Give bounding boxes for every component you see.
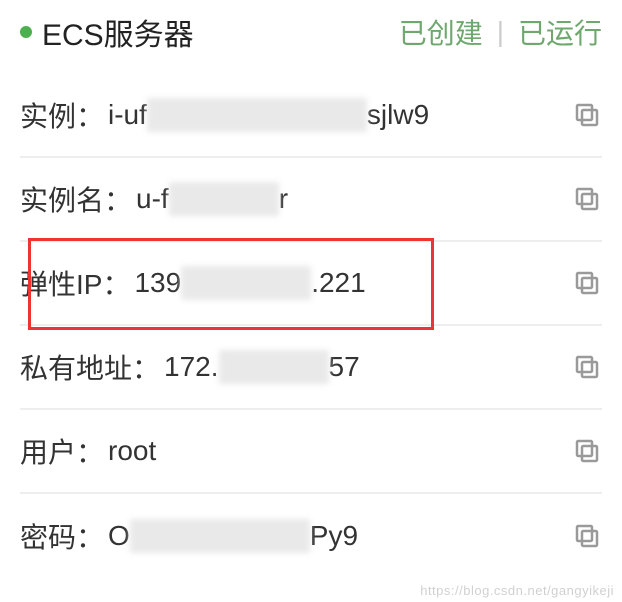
panel-title: ECS服务器 bbox=[42, 10, 194, 54]
copy-icon[interactable] bbox=[572, 100, 602, 130]
redacted-icon bbox=[219, 350, 329, 384]
copy-icon[interactable] bbox=[572, 352, 602, 382]
user-label: 用户： bbox=[20, 431, 104, 471]
panel-header: ECS服务器 已创建 | 已运行 bbox=[20, 0, 602, 74]
redacted-icon bbox=[130, 519, 310, 553]
row-instance-name: 实例名： u-f r bbox=[20, 158, 602, 242]
row-instance: 实例： i-uf sjlw9 bbox=[20, 74, 602, 158]
instance-value: i-uf sjlw9 bbox=[108, 98, 564, 132]
row-private-addr: 私有地址： 172. 57 bbox=[20, 326, 602, 410]
status-running: 已运行 bbox=[518, 12, 602, 52]
elastic-ip-label: 弹性IP： bbox=[20, 263, 130, 303]
watermark-text: https://blog.csdn.net/gangyikeji bbox=[420, 583, 614, 598]
status-dot-icon bbox=[20, 26, 32, 38]
status-created: 已创建 bbox=[399, 12, 483, 52]
instance-name-label: 实例名： bbox=[20, 179, 132, 219]
copy-icon[interactable] bbox=[572, 268, 602, 298]
row-user: 用户： root bbox=[20, 410, 602, 494]
copy-icon[interactable] bbox=[572, 436, 602, 466]
copy-icon[interactable] bbox=[572, 184, 602, 214]
instance-name-value: u-f r bbox=[136, 182, 564, 216]
row-elastic-ip: 弹性IP： 139 .221 bbox=[20, 242, 602, 326]
private-addr-label: 私有地址： bbox=[20, 347, 160, 387]
row-password: 密码： O Py9 bbox=[20, 494, 602, 578]
private-addr-value: 172. 57 bbox=[164, 350, 564, 384]
redacted-icon bbox=[169, 182, 279, 216]
divider-icon: | bbox=[493, 16, 508, 48]
ecs-panel: ECS服务器 已创建 | 已运行 实例： i-uf sjlw9 实例名： u-f… bbox=[0, 0, 622, 578]
elastic-ip-value: 139 .221 bbox=[134, 266, 564, 300]
instance-label: 实例： bbox=[20, 95, 104, 135]
redacted-icon bbox=[181, 266, 311, 300]
password-label: 密码： bbox=[20, 516, 104, 556]
redacted-icon bbox=[147, 98, 367, 132]
copy-icon[interactable] bbox=[572, 521, 602, 551]
password-value: O Py9 bbox=[108, 519, 564, 553]
user-value: root bbox=[108, 435, 564, 467]
